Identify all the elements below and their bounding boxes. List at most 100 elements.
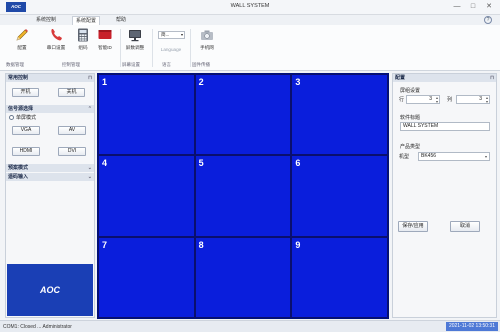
title-bar: AOC WALL SYSTEM — □ ✕ (0, 0, 500, 15)
wall-cell-number: 2 (198, 77, 204, 87)
wall-cell-number: 6 (295, 158, 301, 169)
group-screen-settings: 屏幕设置 (122, 62, 140, 67)
ribbon-toolbar: 配置 串口设置 组码 智能ID 屏数调整 简... ▾ Language 手机网… (0, 25, 500, 71)
cancel-button[interactable]: 取消 (450, 221, 480, 232)
mobile-network-button[interactable]: 手机网 (194, 27, 220, 58)
source-hdmi-button[interactable]: HDMI (12, 147, 40, 156)
section-preset-header[interactable]: 预案模式 ⌄ (6, 164, 94, 172)
left-control-panel: 常用控制 ⊓ 开机 关机 信号源选择 ⌃ 单屏模式 VGA AV HDMI DV… (5, 73, 95, 318)
group-code-button[interactable]: 组码 (74, 27, 92, 58)
wall-cell-number: 1 (102, 77, 108, 87)
collapse-icon[interactable]: ⌃ (88, 105, 92, 113)
model-label: 机型 (399, 154, 410, 160)
calculator-icon (78, 28, 88, 42)
mobile-network-label: 手机网 (200, 45, 214, 50)
wall-cell[interactable]: 3 (291, 74, 388, 156)
model-value: BK456 (421, 153, 437, 159)
close-button[interactable]: ✕ (482, 1, 496, 13)
software-title-input[interactable]: WALL SYSTEM (400, 122, 490, 131)
source-av-button[interactable]: AV (58, 126, 86, 135)
section-power-header[interactable]: 常用控制 ⊓ (6, 74, 94, 82)
power-on-button[interactable]: 开机 (12, 88, 39, 97)
spinner-arrows-icon[interactable]: ▴ ▾ (436, 96, 438, 104)
wall-cell[interactable]: 9 (291, 236, 388, 318)
group-code-label: 组码 (78, 45, 88, 50)
wall-cell[interactable]: 5 (194, 155, 292, 237)
language-value: 简... (161, 32, 170, 37)
config-panel-header: 配置 ⊓ (393, 74, 496, 82)
row-count-value: 3 (429, 96, 432, 102)
group-firmware: 固件传播 (192, 62, 210, 67)
ribbon-tabs: 系统控制 系统配置 帮助 ? (0, 15, 500, 25)
ribbon-separator (152, 29, 153, 67)
expand-icon[interactable]: ⌄ (88, 173, 92, 181)
single-mode-label: 单屏模式 (16, 115, 37, 121)
screen-adjust-label: 屏数调整 (125, 45, 145, 50)
single-mode-radio[interactable] (9, 115, 14, 120)
wall-cell[interactable]: 4 (98, 155, 195, 237)
smart-id-button[interactable]: 智能ID (95, 27, 115, 58)
config-button[interactable]: 配置 (12, 27, 32, 58)
language-label: Language (160, 47, 182, 52)
language-button[interactable]: Language (157, 45, 185, 59)
group-language: 语言 (162, 62, 171, 67)
spinner-arrows-icon[interactable]: ▴ ▾ (486, 96, 488, 104)
phone-icon (51, 29, 62, 41)
config-label: 配置 (17, 45, 27, 50)
wall-cell[interactable]: 7 (98, 236, 195, 318)
pin-icon[interactable]: ⊓ (490, 74, 494, 82)
save-apply-button[interactable]: 保存/应用 (398, 221, 428, 232)
screen-adjust-button[interactable]: 屏数调整 (122, 27, 148, 58)
row-label: 行 (399, 97, 405, 103)
group-control-management: 控制管理 (62, 62, 80, 67)
help-icon[interactable]: ? (484, 16, 492, 24)
section-signal-header[interactable]: 信号源选择 ⌃ (6, 105, 94, 113)
tab-system-control[interactable]: 系统控制 (33, 16, 59, 25)
model-select[interactable]: BK456 ▾ (418, 152, 490, 161)
power-off-button[interactable]: 关机 (58, 88, 85, 97)
wall-cell[interactable]: 8 (194, 236, 292, 318)
serial-settings-button[interactable]: 串口设置 (44, 27, 68, 58)
maximize-button[interactable]: □ (466, 1, 480, 13)
source-vga-button[interactable]: VGA (12, 126, 40, 135)
wall-cell-number: 5 (198, 158, 204, 169)
minimize-button[interactable]: — (450, 1, 464, 13)
row-count-spinner[interactable]: 3 ▴ ▾ (406, 95, 440, 104)
wall-cell-number: 3 (295, 77, 301, 87)
pin-icon[interactable]: ⊓ (88, 74, 92, 82)
wall-cell[interactable]: 6 (291, 155, 388, 237)
wall-cell[interactable]: 1 (98, 74, 195, 156)
software-title-label: 软件标题 (400, 115, 421, 121)
aoc-brand-logo: AOC (7, 264, 93, 316)
wall-cell[interactable]: 2 (194, 74, 292, 156)
expand-icon[interactable]: ⌄ (88, 164, 92, 172)
pencil-icon (16, 29, 28, 41)
layout-label: 屏组设置 (400, 88, 421, 94)
wall-cell-number: 7 (102, 239, 108, 250)
chevron-down-icon: ▾ (180, 32, 183, 37)
wall-cell-number: 8 (198, 239, 204, 250)
col-label: 列 (447, 97, 453, 103)
status-clock: 2021-11-02 13:50:31 (445, 322, 498, 331)
ribbon-separator (120, 29, 121, 67)
tab-help[interactable]: 帮助 (113, 16, 129, 25)
chevron-down-icon: ▾ (484, 154, 487, 159)
red-id-card-icon (98, 30, 112, 39)
window-title: WALL SYSTEM (230, 3, 270, 9)
video-wall-grid[interactable]: 1 2 3 4 5 6 7 8 9 (97, 73, 389, 319)
section-power-title: 常用控制 (8, 75, 29, 81)
connection-status: COM1: Closed ... Administrator (3, 324, 72, 330)
config-panel-title: 配置 (395, 75, 406, 81)
wall-cell-number: 9 (295, 239, 301, 250)
source-dvi-button[interactable]: DVI (58, 147, 86, 156)
status-bar: COM1: Closed ... Administrator 2021-11-0… (0, 320, 500, 332)
language-select[interactable]: 简... ▾ (158, 31, 185, 39)
smart-id-label: 智能ID (98, 45, 112, 50)
section-remote-header[interactable]: 遥码输入 ⌄ (6, 173, 94, 181)
tab-system-config[interactable]: 系统配置 (72, 16, 101, 25)
ribbon-separator (190, 29, 191, 67)
col-count-spinner[interactable]: 3 ▴ ▾ (456, 95, 490, 104)
wall-cell-number: 4 (102, 158, 108, 169)
section-signal-title: 信号源选择 (8, 106, 34, 112)
section-preset-title: 预案模式 (8, 165, 29, 171)
